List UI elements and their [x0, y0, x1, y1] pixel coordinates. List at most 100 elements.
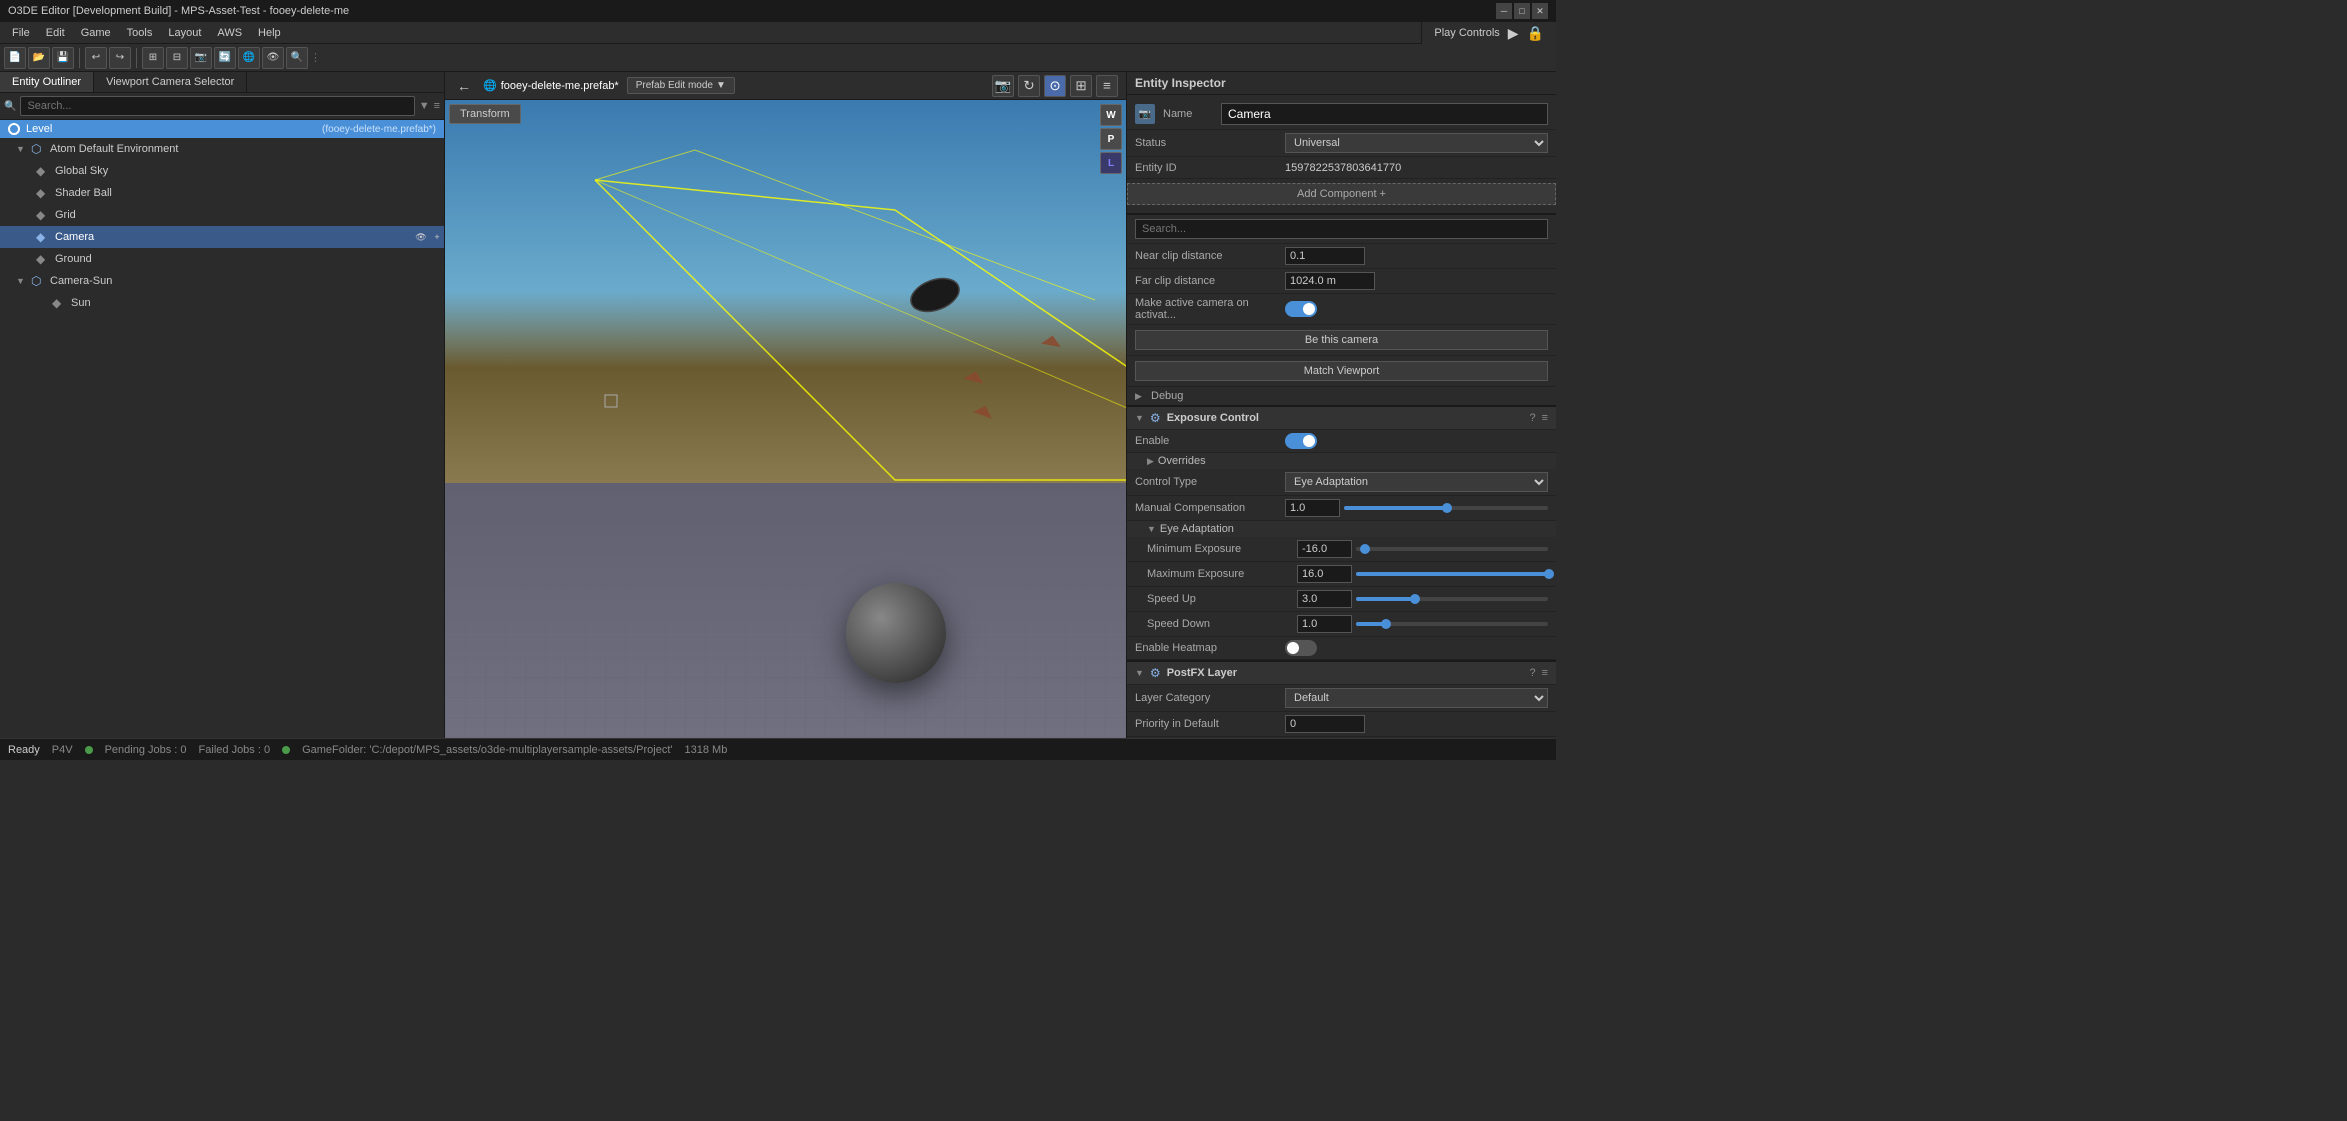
manual-comp-input[interactable]: [1285, 499, 1340, 517]
manual-comp-thumb[interactable]: [1442, 503, 1452, 513]
add-component-button[interactable]: Add Component +: [1127, 183, 1556, 205]
toolbar-globe[interactable]: 🌐: [238, 47, 260, 69]
min-exposure-input[interactable]: [1297, 540, 1352, 558]
viewport-canvas[interactable]: Z X Y ✛ ↔ ↺ ⤡ W P L: [445, 100, 1126, 738]
vp-ctrl-layout[interactable]: ⊞: [1070, 75, 1092, 97]
tree-more-ground[interactable]: +: [430, 252, 444, 266]
tree-more-camera[interactable]: +: [430, 230, 444, 244]
menu-help[interactable]: Help: [250, 22, 289, 43]
toolbar-save[interactable]: 💾: [52, 47, 74, 69]
vp-ctrl-menu[interactable]: ≡: [1096, 75, 1118, 97]
speed-down-thumb[interactable]: [1381, 619, 1391, 629]
speed-up-thumb[interactable]: [1410, 594, 1420, 604]
max-exposure-input[interactable]: [1297, 565, 1352, 583]
toolbar-camera[interactable]: 📷: [190, 47, 212, 69]
exposure-section-header[interactable]: ▼ ⚙ Exposure Control ? ≡: [1127, 407, 1556, 430]
menu-edit[interactable]: Edit: [38, 22, 73, 43]
viewport-back-button[interactable]: ←: [453, 78, 475, 94]
toolbar-snap[interactable]: ⊞: [142, 47, 164, 69]
postfx-section-header[interactable]: ▼ ⚙ PostFX Layer ? ≡: [1127, 662, 1556, 685]
wpl-p-button[interactable]: P: [1100, 128, 1122, 150]
tree-vis-grid[interactable]: +: [414, 208, 428, 222]
layer-category-select[interactable]: Default: [1285, 688, 1548, 708]
toolbar-undo[interactable]: ↩: [85, 47, 107, 69]
toggle-knob-heatmap: [1287, 642, 1299, 654]
tree-item-camera-sun[interactable]: ▼ ⬡ Camera-Sun + +: [0, 270, 444, 292]
menu-game[interactable]: Game: [73, 22, 119, 43]
tree-item-sun[interactable]: ◆ Sun + +: [0, 292, 444, 314]
tree-vis-sun[interactable]: +: [414, 296, 428, 310]
tab-entity-outliner[interactable]: Entity Outliner: [0, 72, 94, 92]
tab-viewport-camera[interactable]: Viewport Camera Selector: [94, 72, 247, 92]
toolbar-search[interactable]: 🔍: [286, 47, 308, 69]
tree-item-global-sky[interactable]: ◆ Global Sky + +: [0, 160, 444, 182]
viewport-mode-button[interactable]: Prefab Edit mode ▼: [627, 77, 735, 94]
close-button[interactable]: ✕: [1532, 3, 1548, 19]
speed-up-input[interactable]: [1297, 590, 1352, 608]
tree-more-globalsky[interactable]: +: [430, 164, 444, 178]
min-exposure-thumb[interactable]: [1360, 544, 1370, 554]
heatmap-toggle[interactable]: [1285, 640, 1317, 656]
inspector-search-input[interactable]: [1135, 219, 1548, 239]
tree-item-ground[interactable]: ◆ Ground + +: [0, 248, 444, 270]
overrides-subsection[interactable]: ▶ Overrides: [1127, 453, 1556, 469]
menu-tools[interactable]: Tools: [119, 22, 161, 43]
tree-item-shader-ball[interactable]: ◆ Shader Ball + +: [0, 182, 444, 204]
play-button[interactable]: ▶: [1508, 25, 1519, 42]
tree-lock-atom[interactable]: +: [430, 142, 444, 156]
toolbar-redo[interactable]: ↪: [109, 47, 131, 69]
make-active-switch[interactable]: [1285, 301, 1317, 317]
tree-more-camera-sun[interactable]: +: [430, 274, 444, 288]
tree-vis-camera[interactable]: 👁: [414, 230, 428, 244]
entity-name-input[interactable]: [1221, 103, 1548, 125]
filter-icon[interactable]: ▼: [419, 100, 430, 112]
vp-ctrl-camera[interactable]: 📷: [992, 75, 1014, 97]
tree-vis-atom[interactable]: 👁: [414, 142, 428, 156]
toolbar-grid[interactable]: ⊟: [166, 47, 188, 69]
options-icon[interactable]: ≡: [434, 100, 440, 112]
debug-row[interactable]: ▶ Debug: [1127, 387, 1556, 405]
near-clip-input[interactable]: [1285, 247, 1365, 265]
exposure-help-icon[interactable]: ?: [1529, 412, 1535, 424]
transform-button[interactable]: Transform: [449, 104, 521, 124]
tree-item-grid[interactable]: ◆ Grid + +: [0, 204, 444, 226]
maximize-button[interactable]: □: [1514, 3, 1530, 19]
tree-more-shaderball[interactable]: +: [430, 186, 444, 200]
tree-item-atom-default[interactable]: ▼ ⬡ Atom Default Environment 👁 +: [0, 138, 444, 160]
tree-vis-globalsky[interactable]: +: [414, 164, 428, 178]
tree-vis-ground[interactable]: +: [414, 252, 428, 266]
outliner-search-input[interactable]: [20, 96, 414, 116]
status-select[interactable]: Universal: [1285, 133, 1548, 153]
tree-item-camera[interactable]: ◆ Camera 👁 +: [0, 226, 444, 248]
speed-down-input[interactable]: [1297, 615, 1352, 633]
menu-aws[interactable]: AWS: [209, 22, 250, 43]
tree-icon-sun: ◆: [52, 296, 68, 310]
postfx-menu-icon[interactable]: ≡: [1542, 667, 1548, 679]
enable-toggle[interactable]: [1285, 433, 1317, 449]
tree-more-sun[interactable]: +: [430, 296, 444, 310]
wpl-w-button[interactable]: W: [1100, 104, 1122, 126]
eye-adaptation-subsection[interactable]: ▼ Eye Adaptation: [1127, 521, 1556, 537]
toolbar-open[interactable]: 📂: [28, 47, 50, 69]
far-clip-input[interactable]: [1285, 272, 1375, 290]
wpl-l-button[interactable]: L: [1100, 152, 1122, 174]
vp-ctrl-refresh[interactable]: ↻: [1018, 75, 1040, 97]
postfx-help-icon[interactable]: ?: [1529, 667, 1535, 679]
toolbar-new[interactable]: 📄: [4, 47, 26, 69]
tree-vis-shaderball[interactable]: +: [414, 186, 428, 200]
lock-button[interactable]: 🔒: [1527, 25, 1544, 42]
max-exposure-thumb[interactable]: [1544, 569, 1554, 579]
exposure-menu-icon[interactable]: ≡: [1542, 412, 1548, 424]
menu-file[interactable]: File: [4, 22, 38, 43]
tree-vis-camera-sun[interactable]: +: [414, 274, 428, 288]
be-camera-button[interactable]: Be this camera: [1135, 330, 1548, 350]
priority-input[interactable]: [1285, 715, 1365, 733]
vp-ctrl-toggle[interactable]: ⊙: [1044, 75, 1066, 97]
match-viewport-button[interactable]: Match Viewport: [1135, 361, 1548, 381]
minimize-button[interactable]: ─: [1496, 3, 1512, 19]
tree-more-grid[interactable]: +: [430, 208, 444, 222]
toolbar-rotate[interactable]: 🔄: [214, 47, 236, 69]
control-type-select[interactable]: Eye Adaptation: [1285, 472, 1548, 492]
toolbar-view[interactable]: 👁: [262, 47, 284, 69]
menu-layout[interactable]: Layout: [160, 22, 209, 43]
